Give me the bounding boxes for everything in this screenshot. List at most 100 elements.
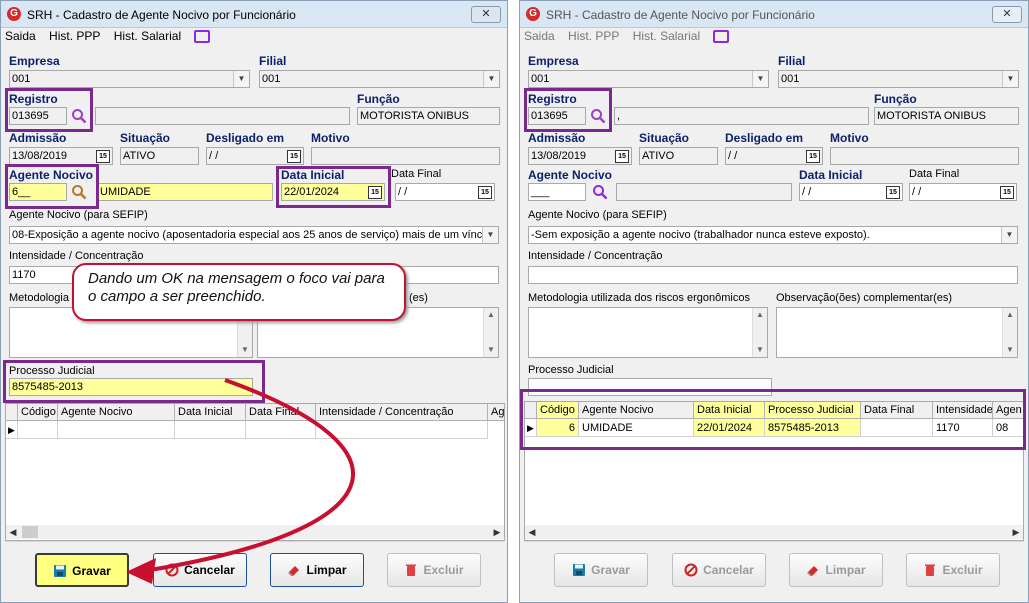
agente-sefip-label: Agente Nocivo (para SEFIP) — [9, 209, 148, 221]
grid-annotation-box — [520, 389, 1026, 450]
row-pointer-icon: ▶ — [6, 421, 18, 439]
employee-name-field — [95, 107, 350, 125]
desligado-field: / /15 — [206, 147, 304, 165]
filial-label: Filial — [778, 54, 806, 68]
close-button[interactable]: ✕ — [992, 6, 1022, 23]
grid-cell — [18, 421, 58, 439]
observacao-textarea[interactable]: ▲ ▼ — [776, 307, 1018, 358]
agente-sefip-select[interactable]: 08-Exposição a agente nocivo (aposentado… — [9, 226, 499, 244]
limpar-button[interactable]: Limpar — [789, 553, 883, 587]
save-icon — [573, 563, 586, 576]
empresa-select[interactable]: 001 ▼ — [528, 70, 769, 88]
calendar-icon[interactable]: 15 — [1000, 186, 1014, 199]
agentes-grid[interactable]: Código Agente Nocivo Data Inicial Data F… — [5, 403, 505, 541]
right-window: G SRH - Cadastro de Agente Nocivo por Fu… — [519, 0, 1029, 603]
trash-icon — [925, 564, 936, 576]
situacao-field: ATIVO — [120, 147, 199, 165]
grid-header: Código Agente Nocivo Data Inicial Data F… — [6, 404, 504, 421]
empresa-select[interactable]: 001 ▼ — [9, 70, 250, 88]
col-agente[interactable]: Agente Nocivo — [58, 404, 175, 420]
grid-cell — [316, 421, 488, 439]
filial-select[interactable]: 001 ▼ — [778, 70, 1019, 88]
agente-code-input[interactable]: ___ — [528, 183, 586, 201]
motivo-field — [311, 147, 500, 165]
monitor-icon[interactable] — [713, 30, 730, 44]
data-inicial-input[interactable]: / /15 — [799, 183, 903, 201]
data-inicial-annotation-box — [276, 166, 391, 208]
chevron-down-icon[interactable]: ▼ — [483, 71, 499, 87]
calendar-icon[interactable]: 15 — [96, 150, 110, 163]
data-final-input[interactable]: / /15 — [395, 183, 495, 201]
metodologia-textarea[interactable]: ▲▼ — [528, 307, 768, 358]
limpar-button[interactable]: Limpar — [270, 553, 364, 587]
chevron-down-icon[interactable]: ▼ — [482, 227, 498, 243]
chevron-down-icon[interactable]: ▼ — [1001, 227, 1017, 243]
calendar-icon[interactable]: 15 — [287, 150, 301, 163]
calendar-icon[interactable]: 15 — [615, 150, 629, 163]
col-agente-sefip[interactable]: Ag — [488, 404, 504, 420]
menu-hist-ppp[interactable]: Hist. PPP — [568, 29, 619, 43]
table-row[interactable]: ▶ — [6, 421, 504, 439]
intensidade-input[interactable] — [528, 266, 1018, 284]
menu-saida[interactable]: Saida — [524, 29, 555, 43]
desligado-label: Desligado em — [206, 131, 285, 145]
excluir-button[interactable]: Excluir — [387, 553, 481, 587]
filial-label: Filial — [259, 54, 287, 68]
situacao-field: ATIVO — [639, 147, 718, 165]
close-button[interactable]: ✕ — [471, 6, 501, 23]
menu-saida[interactable]: Saida — [5, 29, 36, 43]
desligado-label: Desligado em — [725, 131, 804, 145]
gravar-button[interactable]: Gravar — [35, 553, 129, 587]
funcao-label: Função — [874, 92, 917, 106]
processo-annotation-box — [3, 360, 265, 403]
situacao-label: Situação — [639, 131, 690, 145]
monitor-icon[interactable] — [194, 30, 211, 44]
metodologia-label: Metodologia utilizada dos riscos ergonôm… — [528, 292, 750, 304]
admissao-field: 13/08/2019 15 — [528, 147, 632, 165]
window-title: SRH - Cadastro de Agente Nocivo por Func… — [27, 8, 296, 22]
desligado-field: / /15 — [725, 147, 823, 165]
agente-sefip-select[interactable]: -Sem exposição a agente nocivo (trabalha… — [528, 226, 1018, 244]
horizontal-scrollbar[interactable]: ◀ ▶ — [525, 525, 1023, 539]
search-icon[interactable] — [592, 184, 608, 200]
calendar-icon[interactable]: 15 — [478, 186, 492, 199]
intensidade-label: Intensidade / Concentração — [9, 250, 144, 262]
app-logo-icon: G — [7, 7, 21, 21]
menu-hist-salarial[interactable]: Hist. Salarial — [633, 29, 700, 43]
chevron-down-icon[interactable]: ▼ — [1002, 71, 1018, 87]
agente-label: Agente Nocivo — [528, 168, 613, 182]
processo-label: Processo Judicial — [528, 364, 614, 376]
col-data-final[interactable]: Data Final — [246, 404, 316, 420]
data-final-input[interactable]: / /15 — [909, 183, 1017, 201]
cancelar-button[interactable]: Cancelar — [672, 553, 766, 587]
gravar-button[interactable]: Gravar — [554, 553, 648, 587]
horizontal-scrollbar[interactable]: ◀ ▶ — [6, 525, 504, 539]
title-bar: G SRH - Cadastro de Agente Nocivo por Fu… — [520, 1, 1028, 28]
tutorial-callout: Dando um OK na mensagem o foco vai para … — [72, 263, 406, 321]
col-codigo[interactable]: Código — [18, 404, 58, 420]
chevron-down-icon[interactable]: ▼ — [233, 71, 249, 87]
trash-icon — [406, 564, 417, 576]
col-intensidade[interactable]: Intensidade / Concentração — [316, 404, 488, 420]
motivo-field — [830, 147, 1019, 165]
eraser-icon — [807, 565, 819, 576]
funcao-field: MOTORISTA ONIBUS — [357, 107, 500, 125]
motivo-label: Motivo — [830, 131, 869, 145]
menu-hist-salarial[interactable]: Hist. Salarial — [114, 29, 181, 43]
calendar-icon[interactable]: 15 — [806, 150, 820, 163]
col-data-inicial[interactable]: Data Inicial — [175, 404, 246, 420]
employee-name-field: , — [614, 107, 869, 125]
cancelar-button[interactable]: Cancelar — [153, 553, 247, 587]
eraser-icon — [288, 565, 300, 576]
chevron-down-icon[interactable]: ▼ — [752, 71, 768, 87]
menu-hist-ppp[interactable]: Hist. PPP — [49, 29, 100, 43]
empresa-label: Empresa — [9, 54, 60, 68]
save-icon — [54, 564, 67, 577]
funcao-label: Função — [357, 92, 400, 106]
calendar-icon[interactable]: 15 — [886, 186, 900, 199]
title-bar: G SRH - Cadastro de Agente Nocivo por Fu… — [1, 1, 507, 28]
filial-select[interactable]: 001 ▼ — [259, 70, 500, 88]
window-title: SRH - Cadastro de Agente Nocivo por Func… — [546, 8, 815, 22]
grid-cell — [246, 421, 316, 439]
excluir-button[interactable]: Excluir — [906, 553, 1000, 587]
